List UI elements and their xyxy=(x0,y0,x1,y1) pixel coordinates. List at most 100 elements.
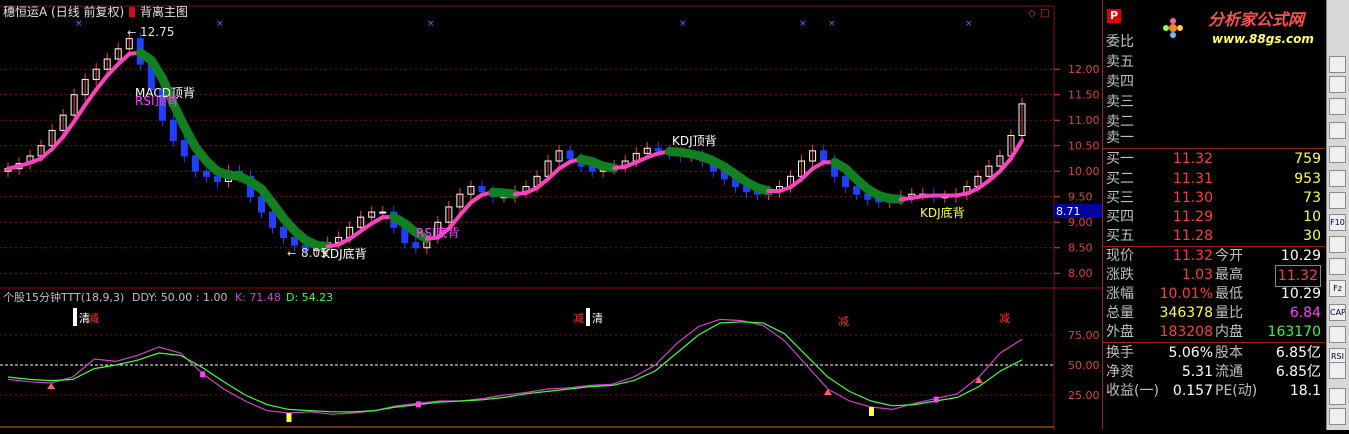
candle-body xyxy=(291,237,299,246)
annotation-kdj-bottom-2: KDJ底背 xyxy=(920,205,965,220)
buy-label: 买五 xyxy=(1106,228,1134,244)
candle-body xyxy=(412,242,420,249)
buy-row[interactable]: 买二 11.31 953 xyxy=(1103,169,1325,189)
price-tick-label: 9.50 xyxy=(1068,191,1093,204)
finance-value: 6.85亿 xyxy=(1275,345,1321,361)
high-marker: 12.75 xyxy=(140,25,174,39)
kline-chart[interactable]: 12.00 11.50 11.00 10.50 10.00 9.50 9.00 8.50 8.0… xyxy=(0,0,1102,430)
calc-icon[interactable] xyxy=(1329,326,1346,343)
annotation-kdj-bottom-1: KDJ底背 xyxy=(322,246,367,261)
signal-bar xyxy=(586,308,590,326)
signal-dot xyxy=(200,371,206,378)
cross-marker-icon: × xyxy=(75,19,83,29)
candle-body xyxy=(566,150,574,159)
ma-ribbon-segment xyxy=(94,73,110,92)
stat-value: 10.29 xyxy=(1280,248,1321,264)
ma-ribbon-segment xyxy=(997,156,1013,174)
ma-ribbon-segment xyxy=(72,102,88,124)
buy-signal-bar xyxy=(868,407,874,416)
cap-icon[interactable]: CAP xyxy=(1329,304,1346,321)
stat-label: 涨幅 xyxy=(1106,286,1134,302)
sub-tick-label: 25.00 xyxy=(1068,389,1100,402)
financial-icon[interactable] xyxy=(1329,236,1346,253)
ma-ribbon-segment xyxy=(546,166,562,181)
line-chart-icon[interactable] xyxy=(1329,146,1346,163)
signal-label: 减 xyxy=(573,312,584,325)
finance-value: 5.31 xyxy=(1181,364,1213,380)
stat-label: 外盘 xyxy=(1106,324,1134,340)
candle-body xyxy=(478,186,486,193)
ma-ribbon-segment xyxy=(457,200,473,218)
price-tick-label: 11.50 xyxy=(1068,89,1100,102)
buy-row[interactable]: 买一 11.32 759 xyxy=(1103,149,1325,169)
sell-label: 卖四 xyxy=(1106,74,1134,90)
annotation-kdj-top: KDJ顶背 xyxy=(672,134,717,148)
grid-icon[interactable] xyxy=(1329,122,1346,139)
capital-icon[interactable] xyxy=(1329,258,1346,275)
candle-body xyxy=(180,140,188,157)
sell-row[interactable]: 卖四 xyxy=(1103,72,1325,92)
diamond-icon[interactable]: ◇ xyxy=(1028,8,1036,19)
square-icon[interactable]: □ xyxy=(1040,8,1049,19)
signal-label: 减 xyxy=(838,315,849,328)
sell-label: 卖五 xyxy=(1106,54,1134,70)
finance-value: 5.06% xyxy=(1168,345,1213,361)
buy-volume: 73 xyxy=(1303,190,1321,206)
stat-label: 最高 xyxy=(1215,267,1243,283)
buy-row[interactable]: 买五 11.28 30 xyxy=(1103,226,1325,246)
expand-icon[interactable] xyxy=(1329,76,1346,93)
cross-marker-icon: × xyxy=(679,19,687,29)
k-value-label: K: 71.48 xyxy=(235,291,281,304)
ma-ribbon-segment xyxy=(788,176,804,190)
finance-value: 6.85亿 xyxy=(1275,364,1321,380)
cross-marker-icon: × xyxy=(427,19,435,29)
stat-value: 163170 xyxy=(1267,324,1321,340)
stat-value: 346378 xyxy=(1159,305,1213,321)
signal-dot xyxy=(415,401,421,408)
cross-marker-icon: × xyxy=(828,19,836,29)
p-badge[interactable]: P xyxy=(1107,9,1121,23)
ma-ribbon-segment xyxy=(468,192,484,205)
stat-row: 涨幅 10.01% 最低 10.29 xyxy=(1103,284,1325,304)
stat-label: 量比 xyxy=(1215,305,1243,321)
finance-row: 换手 5.06% 股本 6.85亿 xyxy=(1103,343,1325,363)
sell-row[interactable]: 卖三 xyxy=(1103,92,1325,112)
sell-row[interactable]: 卖一 xyxy=(1103,128,1325,148)
ma-ribbon-segment xyxy=(535,176,551,190)
finance-label: PE(动) xyxy=(1215,383,1258,399)
kline-icon[interactable] xyxy=(1329,192,1346,209)
table-icon[interactable] xyxy=(1329,98,1346,115)
ma-ribbon-segment xyxy=(83,87,99,107)
down-arrow-icon[interactable] xyxy=(1329,56,1346,73)
finance-label: 股本 xyxy=(1215,345,1243,361)
cross-marker-icon: × xyxy=(216,19,224,29)
bar-chart-icon[interactable] xyxy=(1329,170,1346,187)
candle-body xyxy=(269,211,277,228)
move-icon[interactable] xyxy=(1329,408,1346,425)
chart-area[interactable]: 12.00 11.50 11.00 10.50 10.00 9.50 9.00 8.50 8.0… xyxy=(0,0,1102,430)
buy-label: 买四 xyxy=(1106,209,1134,225)
chart-title: 穗恒运A (日线 前复权) xyxy=(3,4,124,19)
ma-ribbon-segment xyxy=(50,134,66,151)
buy-price: 11.29 xyxy=(1172,209,1213,225)
high-arrow-icon: ← xyxy=(127,26,136,39)
candle-body xyxy=(820,150,828,162)
stat-row: 涨跌 1.03 最高 11.32 xyxy=(1103,265,1325,287)
ma-ribbon-segment xyxy=(1008,138,1024,161)
candle-body xyxy=(842,175,850,188)
sell-row[interactable]: 卖五 xyxy=(1103,52,1325,72)
logo-flower-icon xyxy=(1163,18,1183,38)
candle-body xyxy=(280,226,288,239)
volume-icon[interactable] xyxy=(1329,362,1346,379)
buy-row[interactable]: 买四 11.29 10 xyxy=(1103,207,1325,227)
stat-value: 6.84 xyxy=(1289,305,1321,321)
ddy-label: DDY: 50.00 : 1.00 xyxy=(132,291,227,304)
toggle-icon[interactable] xyxy=(1329,388,1346,405)
fz-icon[interactable]: Fz xyxy=(1329,280,1346,297)
ma-ribbon-segment xyxy=(975,178,991,191)
f10-icon[interactable]: F10 xyxy=(1329,214,1346,231)
buy-price: 11.31 xyxy=(1172,171,1213,187)
buy-row[interactable]: 买三 11.30 73 xyxy=(1103,188,1325,208)
sell-label: 卖一 xyxy=(1106,130,1134,146)
finance-label: 收益(一) xyxy=(1106,383,1159,399)
